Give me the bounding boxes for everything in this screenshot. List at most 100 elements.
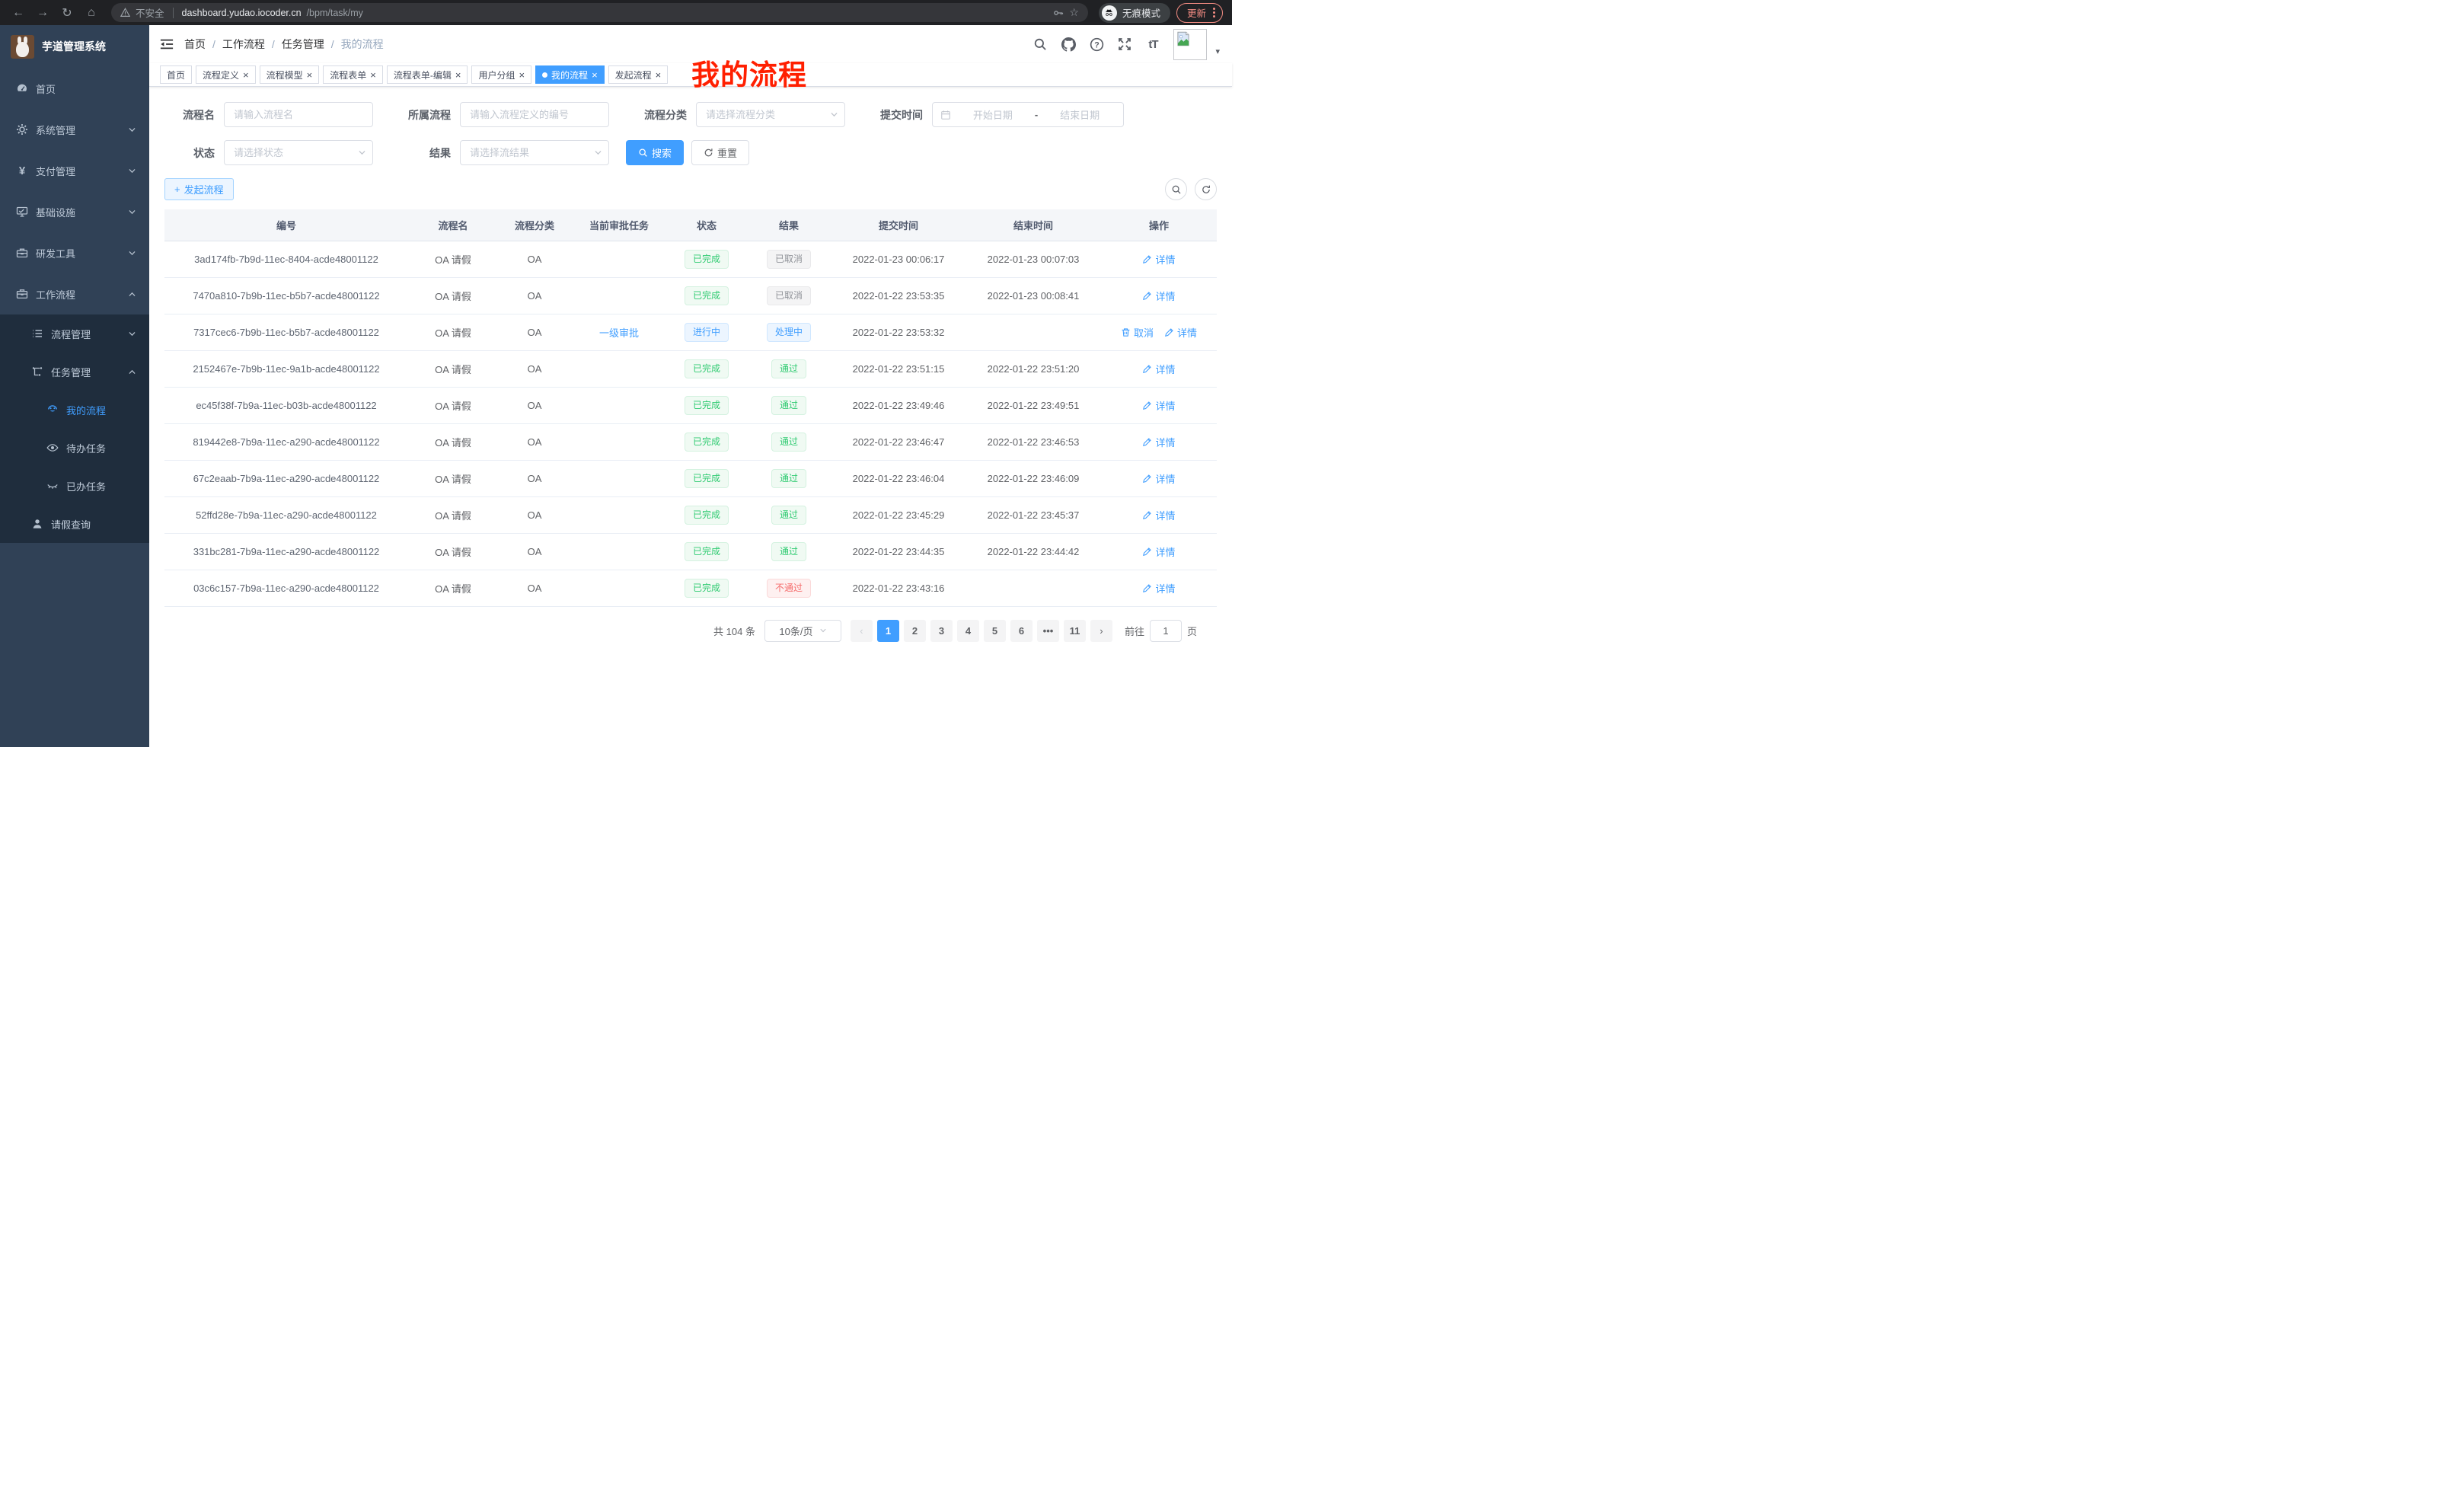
sidebar-item-dev-tools[interactable]: 研发工具 — [0, 232, 149, 273]
end-date-placeholder[interactable]: 结束日期 — [1044, 107, 1116, 122]
sidebar-item-todo-task[interactable]: 待办任务 — [0, 429, 149, 467]
key-icon[interactable] — [1053, 8, 1064, 18]
detail-link[interactable]: 详情 — [1142, 252, 1175, 267]
detail-link[interactable]: 详情 — [1142, 508, 1175, 522]
start-process-button[interactable]: + 发起流程 — [164, 178, 234, 200]
tab-process-definition[interactable]: 流程定义× — [196, 65, 256, 84]
help-icon[interactable]: ? — [1089, 37, 1104, 52]
font-size-icon[interactable]: tT — [1145, 37, 1160, 52]
status-badge: 已完成 — [685, 286, 729, 305]
home-icon[interactable]: ⌂ — [82, 4, 101, 22]
fullscreen-icon[interactable] — [1117, 37, 1132, 52]
next-page-button[interactable]: › — [1090, 620, 1112, 642]
table-toolbar: + 发起流程 — [164, 178, 1217, 200]
close-icon[interactable]: × — [370, 70, 376, 80]
detail-link[interactable]: 详情 — [1142, 398, 1175, 413]
sidebar-item-done-task[interactable]: 已办任务 — [0, 467, 149, 505]
detail-link[interactable]: 详情 — [1142, 544, 1175, 559]
app-logo[interactable]: 芋道管理系统 — [0, 25, 149, 68]
sidebar-item-home[interactable]: 首页 — [0, 68, 149, 109]
tab-process-model[interactable]: 流程模型× — [260, 65, 320, 84]
search-button[interactable]: 搜索 — [626, 140, 684, 165]
detail-link[interactable]: 详情 — [1142, 289, 1175, 303]
category-select[interactable] — [696, 102, 845, 127]
app-title: 芋道管理系统 — [42, 39, 106, 54]
task-link[interactable]: 一级审批 — [599, 325, 639, 340]
result-select[interactable] — [460, 140, 609, 165]
process-definition-input[interactable] — [460, 102, 609, 127]
tab-process-form[interactable]: 流程表单× — [323, 65, 383, 84]
tab-user-group[interactable]: 用户分组× — [471, 65, 531, 84]
page-button-2[interactable]: 2 — [904, 620, 926, 642]
goto-page-input[interactable] — [1150, 620, 1182, 642]
close-icon[interactable]: × — [656, 70, 662, 80]
sidebar-item-system[interactable]: 系统管理 — [0, 109, 149, 150]
back-icon[interactable]: ← — [9, 4, 27, 22]
reload-icon[interactable]: ↻ — [58, 4, 76, 22]
github-icon[interactable] — [1061, 37, 1076, 52]
bookmark-star-icon[interactable]: ☆ — [1069, 6, 1079, 19]
search-icon[interactable] — [1033, 37, 1048, 52]
detail-link[interactable]: 详情 — [1142, 581, 1175, 595]
detail-link[interactable]: 详情 — [1164, 325, 1197, 340]
page-button-5[interactable]: 5 — [984, 620, 1006, 642]
prev-page-button[interactable]: ‹ — [851, 620, 873, 642]
page-button-1[interactable]: 1 — [877, 620, 899, 642]
breadcrumb-item[interactable]: 工作流程 — [222, 37, 265, 52]
reset-button[interactable]: 重置 — [691, 140, 749, 165]
detail-link[interactable]: 详情 — [1142, 362, 1175, 376]
user-avatar[interactable] — [1173, 29, 1207, 60]
process-table: 编号流程名流程分类当前审批任务状态结果提交时间结束时间操作 3ad174fb-7… — [164, 209, 1217, 607]
submit-time-range-picker[interactable]: 开始日期 - 结束日期 — [932, 102, 1124, 127]
tab-start-process[interactable]: 发起流程× — [608, 65, 669, 84]
detail-link[interactable]: 详情 — [1142, 471, 1175, 486]
cell-process-name: OA 请假 — [408, 314, 498, 350]
refresh-button[interactable] — [1195, 178, 1217, 200]
sidebar-item-payment[interactable]: ¥支付管理 — [0, 150, 149, 191]
tab-home[interactable]: 首页 — [160, 65, 192, 84]
close-icon[interactable]: × — [243, 70, 249, 80]
sidebar-toggle-icon[interactable] — [160, 38, 174, 50]
close-icon[interactable]: × — [455, 70, 461, 80]
forward-icon[interactable]: → — [34, 4, 52, 22]
cell-category: OA — [498, 387, 571, 423]
page-button-11[interactable]: 11 — [1064, 620, 1086, 642]
sidebar-item-workflow[interactable]: 工作流程 — [0, 273, 149, 314]
close-icon[interactable]: × — [592, 70, 598, 80]
address-bar[interactable]: 不安全 dashboard.yudao.iocoder.cn /bpm/task… — [111, 3, 1088, 22]
detail-link[interactable]: 详情 — [1142, 435, 1175, 449]
sidebar-item-infrastructure[interactable]: 基础设施 — [0, 191, 149, 232]
url-host[interactable]: dashboard.yudao.iocoder.cn — [182, 8, 302, 18]
sidebar-item-label: 系统管理 — [36, 123, 75, 137]
page-button-6[interactable]: 6 — [1010, 620, 1033, 642]
cell-category: OA — [498, 496, 571, 533]
search-toggle-button[interactable] — [1165, 178, 1187, 200]
pen-icon — [1142, 364, 1152, 374]
cancel-link[interactable]: 取消 — [1121, 325, 1154, 340]
url-path[interactable]: /bpm/task/my — [307, 8, 363, 18]
start-date-placeholder[interactable]: 开始日期 — [957, 107, 1029, 122]
page-size-select[interactable]: 10条/页 — [764, 620, 841, 642]
sidebar-item-task-mgmt[interactable]: 任务管理 — [0, 353, 149, 391]
security-label[interactable]: 不安全 — [136, 5, 164, 20]
avatar-caret-icon[interactable]: ▾ — [1215, 46, 1220, 56]
tab-my-process[interactable]: 我的流程× — [535, 65, 605, 84]
browser-menu-icon[interactable] — [1213, 8, 1215, 18]
cell-submit-time: 2022-01-22 23:44:35 — [831, 533, 965, 570]
sidebar-item-leave-query[interactable]: 请假查询 — [0, 505, 149, 543]
sidebar-item-process-mgmt[interactable]: 流程管理 — [0, 314, 149, 353]
close-icon[interactable]: × — [519, 70, 525, 80]
close-icon[interactable]: × — [307, 70, 313, 80]
sidebar-item-my-process[interactable]: 我的流程 — [0, 391, 149, 429]
page-button-4[interactable]: 4 — [957, 620, 979, 642]
status-select[interactable] — [224, 140, 373, 165]
page-button-3[interactable]: 3 — [930, 620, 953, 642]
process-name-input[interactable] — [224, 102, 373, 127]
chevron-down-icon — [126, 167, 138, 175]
cell-end-time: 2022-01-23 00:07:03 — [965, 241, 1101, 277]
update-button[interactable]: 更新 — [1176, 3, 1223, 23]
breadcrumb-item[interactable]: 任务管理 — [282, 37, 324, 52]
breadcrumb-item[interactable]: 首页 — [184, 37, 206, 52]
more-pages-button[interactable]: ••• — [1037, 620, 1059, 642]
tab-process-form-edit[interactable]: 流程表单-编辑× — [387, 65, 468, 84]
